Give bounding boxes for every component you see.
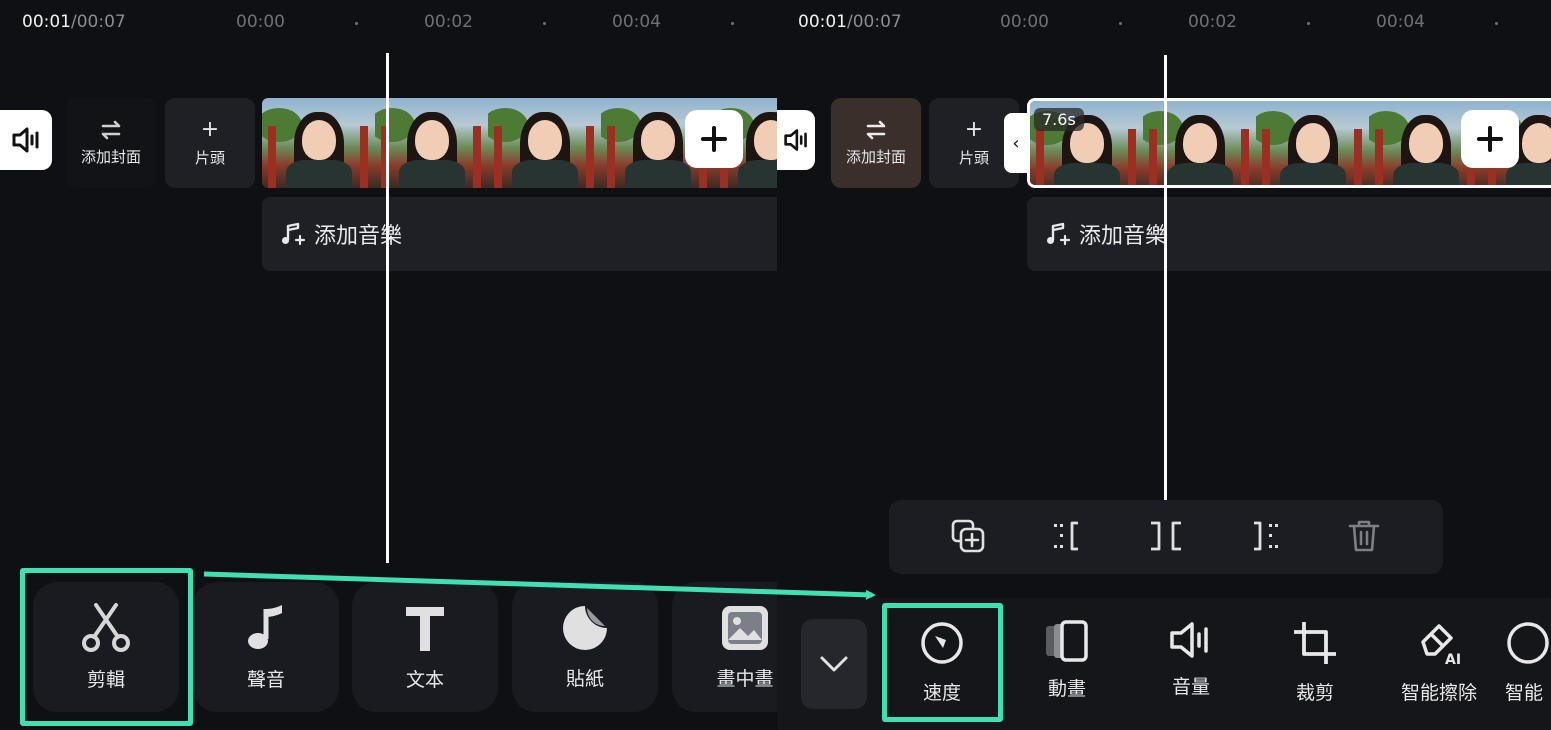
playhead[interactable] xyxy=(386,53,389,563)
tool-smart-label: 智能 xyxy=(1505,682,1544,704)
mute-toggle-button[interactable] xyxy=(777,110,815,170)
tool-ai-erase[interactable]: AI 智能擦除 xyxy=(1383,620,1495,720)
music-note-icon xyxy=(248,604,282,649)
tool-audio-label: 聲音 xyxy=(246,668,285,691)
clip-thumbnail xyxy=(488,98,601,188)
sticker-icon xyxy=(563,605,607,650)
clip-duration-badge: 7.6s xyxy=(1034,108,1084,131)
clip-edit-bar xyxy=(889,500,1443,574)
timeline-ruler: 00:01/00:07 00:00 00:02 00:04 xyxy=(777,12,1551,38)
tick-dot xyxy=(1119,22,1122,25)
tool-sticker[interactable]: 貼紙 xyxy=(512,582,658,712)
add-cover-label: 添加封面 xyxy=(80,147,141,166)
add-intro-button[interactable]: + 片頭 xyxy=(165,98,255,188)
delete-button[interactable] xyxy=(1342,514,1386,558)
split-right-button[interactable] xyxy=(1243,514,1287,558)
smart-icon xyxy=(1507,622,1549,664)
tool-audio[interactable]: 聲音 xyxy=(193,582,339,712)
split-button[interactable] xyxy=(1144,514,1188,558)
add-music-track[interactable]: 添加音樂 xyxy=(262,197,777,271)
speed-highlight-frame xyxy=(882,603,1003,722)
mute-toggle-button[interactable] xyxy=(0,110,52,170)
plus-icon xyxy=(1477,126,1503,152)
tick-label: 00:00 xyxy=(1000,12,1049,32)
tick-label: 00:02 xyxy=(424,12,473,32)
plus-icon: + xyxy=(200,116,220,142)
add-clip-button[interactable] xyxy=(1461,110,1519,168)
collapse-button[interactable] xyxy=(801,619,867,709)
tick-dot xyxy=(731,22,734,25)
clip-thumbnail xyxy=(1256,101,1369,185)
chevron-left-icon: ‹ xyxy=(1012,132,1020,154)
intro-label: 片頭 xyxy=(958,148,989,167)
tool-ai-erase-label: 智能擦除 xyxy=(1400,682,1477,704)
music-add-icon xyxy=(1047,222,1071,246)
animation-icon xyxy=(1046,620,1088,662)
playhead[interactable] xyxy=(1164,55,1167,500)
split-left-icon xyxy=(1054,521,1078,551)
edit-highlight-frame xyxy=(20,568,193,726)
swap-icon xyxy=(101,120,121,139)
plus-icon xyxy=(701,126,727,152)
split-icon xyxy=(1151,521,1181,551)
speaker-icon xyxy=(12,127,39,153)
tool-pip-label: 畫中畫 xyxy=(716,667,774,690)
duplicate-icon xyxy=(951,519,985,553)
tick-dot xyxy=(355,22,358,25)
add-music-track[interactable]: 添加音樂 xyxy=(1027,197,1551,271)
tick-dot xyxy=(1495,22,1498,25)
duplicate-button[interactable] xyxy=(946,514,990,558)
crop-icon xyxy=(1294,622,1336,664)
time-display: 00:01/00:07 xyxy=(22,12,126,32)
tool-text-label: 文本 xyxy=(405,668,444,691)
svg-text:AI: AI xyxy=(1445,652,1461,666)
tick-label: 00:00 xyxy=(236,12,285,32)
picture-in-picture-icon xyxy=(722,605,768,650)
tool-crop[interactable]: 裁剪 xyxy=(1260,620,1370,720)
tick-dot xyxy=(1307,22,1310,25)
time-display: 00:01/00:07 xyxy=(798,12,902,32)
tool-text[interactable]: 文本 xyxy=(352,582,498,712)
tool-sticker-label: 貼紙 xyxy=(565,667,604,690)
tool-picture-in-picture[interactable]: 畫中畫 xyxy=(672,582,777,712)
tick-label: 00:04 xyxy=(1376,12,1425,32)
tool-volume-label: 音量 xyxy=(1171,676,1210,698)
tool-crop-label: 裁剪 xyxy=(1295,682,1334,704)
tool-smart[interactable]: 智能 xyxy=(1505,620,1551,720)
tick-label: 00:02 xyxy=(1188,12,1237,32)
delete-icon xyxy=(1348,520,1380,552)
clip-thumbnail xyxy=(1143,101,1256,185)
add-cover-button[interactable]: 添加封面 xyxy=(831,98,921,188)
split-right-icon xyxy=(1254,521,1278,551)
add-clip-button[interactable] xyxy=(685,110,743,168)
music-add-icon xyxy=(282,222,306,246)
tool-animation-label: 動畫 xyxy=(1047,678,1086,700)
clip-thumbnail xyxy=(375,98,488,188)
add-music-label: 添加音樂 xyxy=(1079,224,1168,249)
split-left-button[interactable] xyxy=(1045,514,1089,558)
clip-thumbnail xyxy=(262,98,375,188)
tool-animation[interactable]: 動畫 xyxy=(1012,620,1122,720)
ai-erase-icon: AI xyxy=(1421,624,1461,666)
speaker-icon xyxy=(784,129,807,151)
chevron-down-icon xyxy=(820,656,848,672)
text-icon xyxy=(406,606,444,651)
current-time: 00:01 xyxy=(798,12,847,32)
editor-right-panel: 00:01/00:07 00:00 00:02 00:04 添加封面 + 片頭 … xyxy=(777,0,1551,730)
total-time: /00:07 xyxy=(71,12,126,32)
tool-volume[interactable]: 音量 xyxy=(1136,620,1246,720)
add-cover-button[interactable]: 添加封面 xyxy=(66,98,156,188)
plus-icon: + xyxy=(964,116,984,142)
tick-dot xyxy=(543,22,546,25)
add-cover-label: 添加封面 xyxy=(845,147,906,166)
tick-label: 00:04 xyxy=(612,12,661,32)
intro-label: 片頭 xyxy=(194,148,225,167)
swap-icon xyxy=(866,120,886,139)
current-time: 00:01 xyxy=(22,12,71,32)
timeline-ruler: 00:01/00:07 00:00 00:02 00:04 xyxy=(0,12,777,38)
total-time: /00:07 xyxy=(847,12,902,32)
volume-icon xyxy=(1170,622,1208,658)
trim-handle-left[interactable]: ‹ xyxy=(1004,113,1028,173)
